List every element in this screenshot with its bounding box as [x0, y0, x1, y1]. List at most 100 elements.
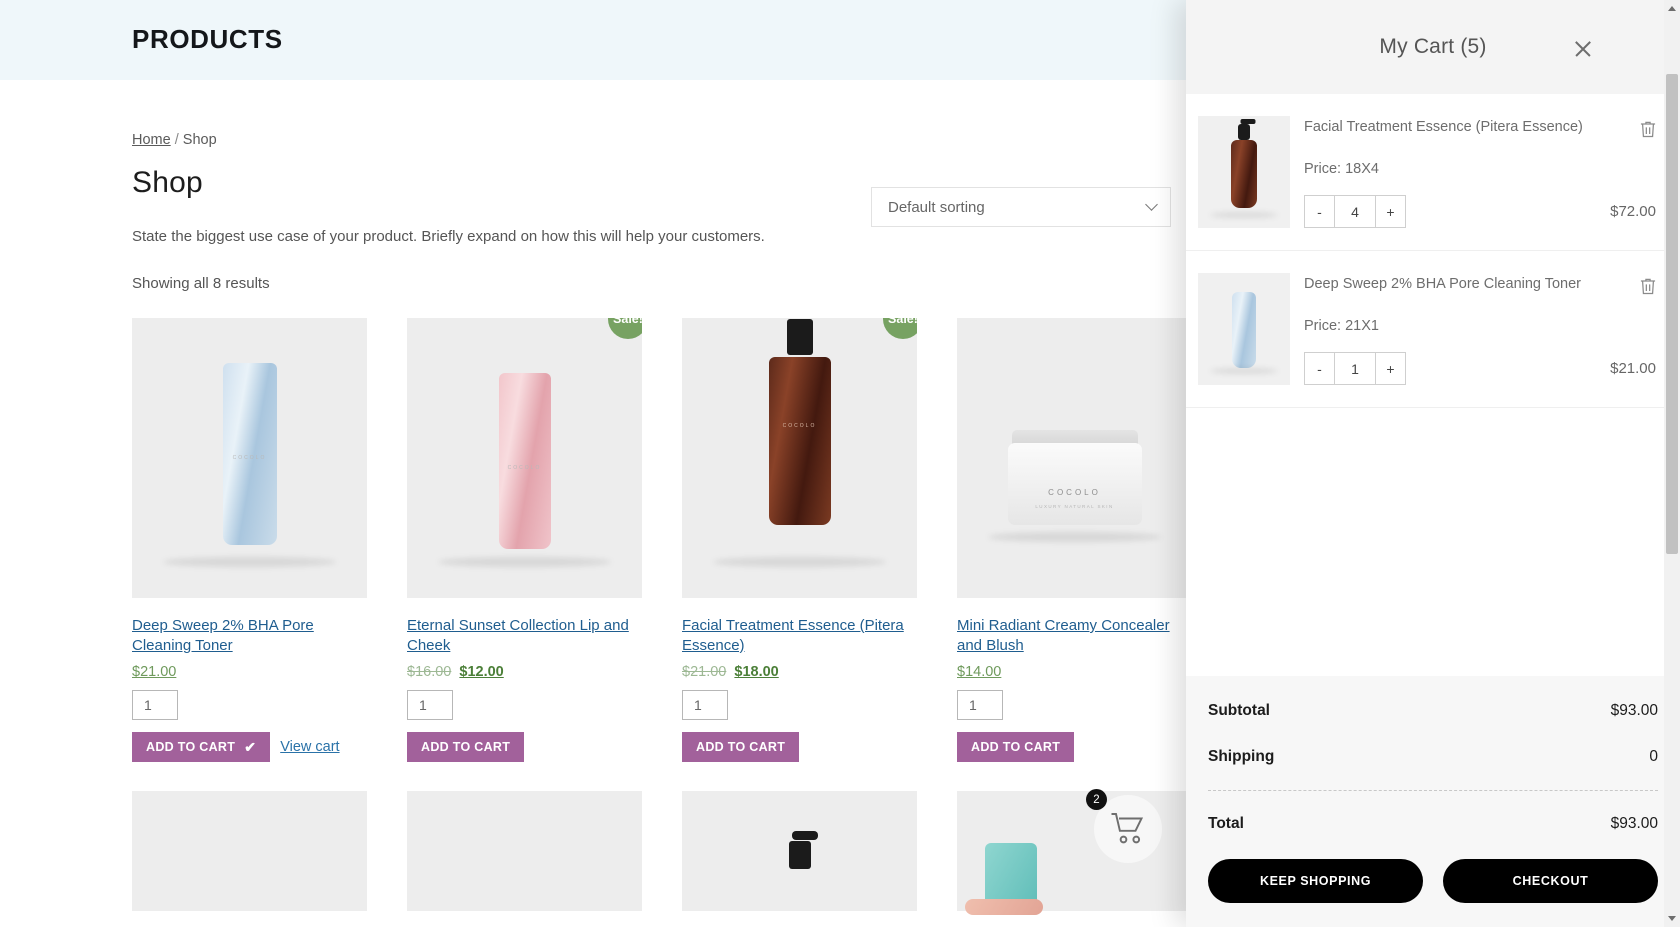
sale-badge: Sale! — [883, 318, 917, 339]
add-to-cart-button[interactable]: ADD TO CART ✔ — [132, 731, 271, 762]
increase-quantity-button[interactable]: + — [1376, 196, 1405, 227]
shipping-value: 0 — [1649, 748, 1658, 765]
cart-item: Deep Sweep 2% BHA Pore Cleaning Toner Pr… — [1186, 251, 1680, 409]
chevron-down-icon — [1145, 198, 1158, 211]
add-to-cart-row: ADD TO CART ✔ View cart — [132, 731, 367, 762]
cart-items-list: Facial Treatment Essence (Pitera Essence… — [1186, 94, 1680, 676]
subtotal-label: Subtotal — [1208, 702, 1270, 719]
product-image[interactable] — [132, 790, 367, 911]
product-price-regular: $21.00 — [682, 663, 727, 680]
decrease-quantity-button[interactable]: - — [1305, 353, 1334, 384]
add-to-cart-label: ADD TO CART — [421, 739, 511, 754]
cart-item-controls: - 1 + $21.00 — [1304, 352, 1658, 386]
shop-intro-text: State the biggest use case of your produ… — [132, 228, 765, 245]
total-row: Total $93.00 — [1208, 815, 1658, 833]
shipping-row: Shipping 0 — [1208, 748, 1658, 766]
scroll-down-button[interactable] — [1664, 910, 1680, 927]
quantity-value[interactable]: 4 — [1334, 196, 1376, 228]
keep-shopping-button[interactable]: KEEP SHOPPING — [1208, 859, 1423, 903]
add-to-cart-label: ADD TO CART — [696, 739, 786, 754]
product-card: COCOLO Deep Sweep 2% BHA Pore Cleaning T… — [132, 318, 367, 762]
cart-actions: KEEP SHOPPING CHECKOUT — [1208, 859, 1658, 903]
product-price-regular: $16.00 — [407, 663, 452, 680]
floating-cart-button[interactable]: 2 — [1086, 789, 1162, 863]
shop-column: Home / Shop Shop State the biggest use c… — [132, 80, 1232, 292]
product-image[interactable]: Sale! COCOLO — [407, 318, 642, 598]
product-price-sale: $12.00 — [459, 663, 504, 680]
product-name-link[interactable]: Eternal Sunset Collection Lip and Cheek — [407, 616, 642, 656]
page-title: PRODUCTS — [132, 24, 283, 54]
scrollbar-thumb[interactable] — [1666, 74, 1678, 554]
subtotal-row: Subtotal $93.00 — [1208, 702, 1658, 720]
add-to-cart-button[interactable]: ADD TO CART — [682, 731, 800, 762]
check-icon: ✔ — [244, 738, 257, 755]
quantity-input[interactable]: 1 — [407, 689, 453, 720]
sale-badge: Sale! — [608, 318, 642, 339]
view-cart-link[interactable]: View cart — [280, 739, 339, 755]
sorting-selected-value: Default sorting — [888, 198, 985, 216]
cart-item: Facial Treatment Essence (Pitera Essence… — [1186, 94, 1680, 252]
product-name-link[interactable]: Facial Treatment Essence (Pitera Essence… — [682, 616, 917, 656]
add-to-cart-button[interactable]: ADD TO CART — [957, 731, 1075, 762]
increase-quantity-button[interactable]: + — [1376, 353, 1405, 384]
cart-item-title: Deep Sweep 2% BHA Pore Cleaning Toner — [1304, 276, 1582, 293]
cart-header: My Cart (5) — [1186, 0, 1680, 94]
checkout-button[interactable]: CHECKOUT — [1443, 859, 1658, 903]
product-price: $14.00 — [957, 664, 1192, 680]
add-to-cart-button[interactable]: ADD TO CART — [407, 731, 525, 762]
summary-divider — [1208, 790, 1658, 791]
breadcrumb: Home / Shop — [132, 80, 1232, 148]
product-price: $21.00 $18.00 — [682, 664, 917, 680]
product-image[interactable] — [407, 790, 642, 911]
shipping-label: Shipping — [1208, 748, 1275, 765]
cart-summary: Subtotal $93.00 Shipping 0 Total $93.00 … — [1186, 676, 1680, 927]
shop-page: PRODUCTS Home / Shop Shop State the bigg… — [0, 0, 1680, 927]
trash-icon[interactable] — [1638, 275, 1658, 297]
breadcrumb-home-link[interactable]: Home — [132, 132, 171, 148]
cart-item-title: Facial Treatment Essence (Pitera Essence… — [1304, 119, 1583, 135]
floating-cart-count-badge: 2 — [1086, 789, 1107, 810]
quantity-input[interactable]: 1 — [132, 689, 178, 720]
shopping-cart-icon — [1111, 813, 1144, 844]
close-icon[interactable] — [1572, 38, 1594, 60]
add-to-cart-label: ADD TO CART — [971, 739, 1061, 754]
add-to-cart-row: ADD TO CART — [682, 731, 917, 762]
add-to-cart-row: ADD TO CART — [407, 731, 642, 762]
cart-item-controls: - 4 + $72.00 — [1304, 195, 1658, 229]
decrease-quantity-button[interactable]: - — [1305, 196, 1334, 227]
vertical-scrollbar[interactable] — [1664, 0, 1680, 927]
quantity-value[interactable]: 1 — [1334, 353, 1376, 385]
quantity-input[interactable]: 1 — [682, 689, 728, 720]
product-image[interactable] — [682, 790, 917, 911]
breadcrumb-current: Shop — [182, 132, 217, 148]
product-price-sale: $18.00 — [734, 663, 779, 680]
breadcrumb-separator: / — [174, 132, 179, 148]
total-label: Total — [1208, 815, 1244, 832]
cart-item-thumbnail — [1198, 273, 1290, 386]
cart-drawer: My Cart (5) Facial Treatment Essence (Pi… — [1186, 0, 1680, 927]
subtotal-value: $93.00 — [1610, 702, 1658, 719]
scroll-up-button[interactable] — [1664, 0, 1680, 17]
cart-item-line-total: $72.00 — [1610, 203, 1656, 221]
sorting-select[interactable]: Default sorting — [871, 187, 1171, 227]
product-image[interactable]: COCOLO — [132, 318, 367, 598]
product-image[interactable]: COCOLO LUXURY NATURAL SKIN — [957, 318, 1192, 598]
cart-item-details: Facial Treatment Essence (Pitera Essence… — [1290, 116, 1658, 229]
total-value: $93.00 — [1610, 815, 1658, 832]
cart-item-thumbnail — [1198, 116, 1290, 228]
product-image[interactable]: Sale! COCOLO — [682, 318, 917, 598]
add-to-cart-row: ADD TO CART — [957, 731, 1192, 762]
trash-icon[interactable] — [1638, 118, 1658, 140]
quantity-stepper: - 4 + — [1304, 195, 1406, 229]
product-name-link[interactable]: Deep Sweep 2% BHA Pore Cleaning Toner — [132, 616, 367, 656]
product-price: $16.00 $12.00 — [407, 664, 642, 680]
product-name-link[interactable]: Mini Radiant Creamy Concealer and Blush — [957, 616, 1192, 656]
cart-item-line-total: $21.00 — [1610, 360, 1656, 378]
add-to-cart-label: ADD TO CART — [146, 739, 236, 754]
quantity-stepper: - 1 + — [1304, 352, 1406, 386]
product-price-value: $21.00 — [132, 663, 177, 680]
product-image[interactable] — [957, 790, 1192, 915]
cart-item-details: Deep Sweep 2% BHA Pore Cleaning Toner Pr… — [1290, 273, 1658, 386]
quantity-input[interactable]: 1 — [957, 689, 1003, 720]
